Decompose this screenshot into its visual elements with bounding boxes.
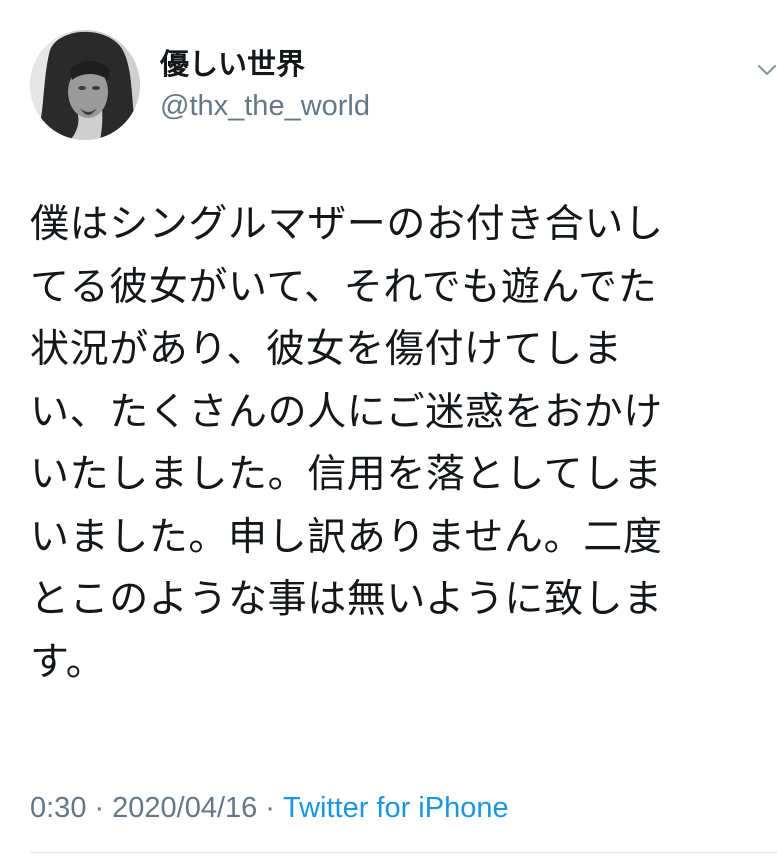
tweet-text-line: てる彼女がいて、それでも遊んでた: [30, 264, 658, 310]
avatar[interactable]: [30, 30, 140, 140]
tweet-text-line: 僕はシングルマザーのお付き合いし: [30, 202, 664, 247]
tweet-time[interactable]: 0:30: [30, 792, 86, 824]
tweet-text-line: い、たくさんの人にご迷惑をおかけ: [30, 389, 663, 435]
tweet-source-link[interactable]: Twitter for iPhone: [283, 792, 509, 824]
tweet-text-line: す。: [30, 639, 106, 685]
user-handle[interactable]: @thx_the_world: [160, 88, 370, 124]
avatar-photo: [30, 30, 140, 140]
chevron-down-icon[interactable]: [755, 58, 777, 82]
tweet-text: 僕はシングルマザーのお付き合いし てる彼女がいて、それでも遊んでた 状況があり、…: [30, 194, 760, 694]
meta-separator: ·: [94, 792, 105, 824]
divider: [30, 852, 777, 853]
tweet-text-line: 状況があり、彼女を傷付けてしま: [30, 327, 623, 372]
tweet-text-line: いました。申し訳ありません。二度: [30, 514, 663, 560]
tweet-date[interactable]: 2020/04/16: [112, 792, 257, 824]
tweet-meta: 0:30 · 2020/04/16 · Twitter for iPhone: [30, 788, 509, 828]
tweet-text-line: いたしました。信用を落としてしま: [30, 452, 663, 497]
tweet-card: 優しい世界 @thx_the_world 僕はシングルマザーのお付き合いし てる…: [0, 0, 777, 858]
meta-separator: ·: [265, 792, 275, 824]
tweet-header: 優しい世界 @thx_the_world: [30, 28, 777, 148]
tweet-text-line: とこのような事は無いように致しま: [30, 577, 663, 622]
user-names: 優しい世界 @thx_the_world: [160, 46, 370, 124]
display-name[interactable]: 優しい世界: [160, 46, 370, 82]
